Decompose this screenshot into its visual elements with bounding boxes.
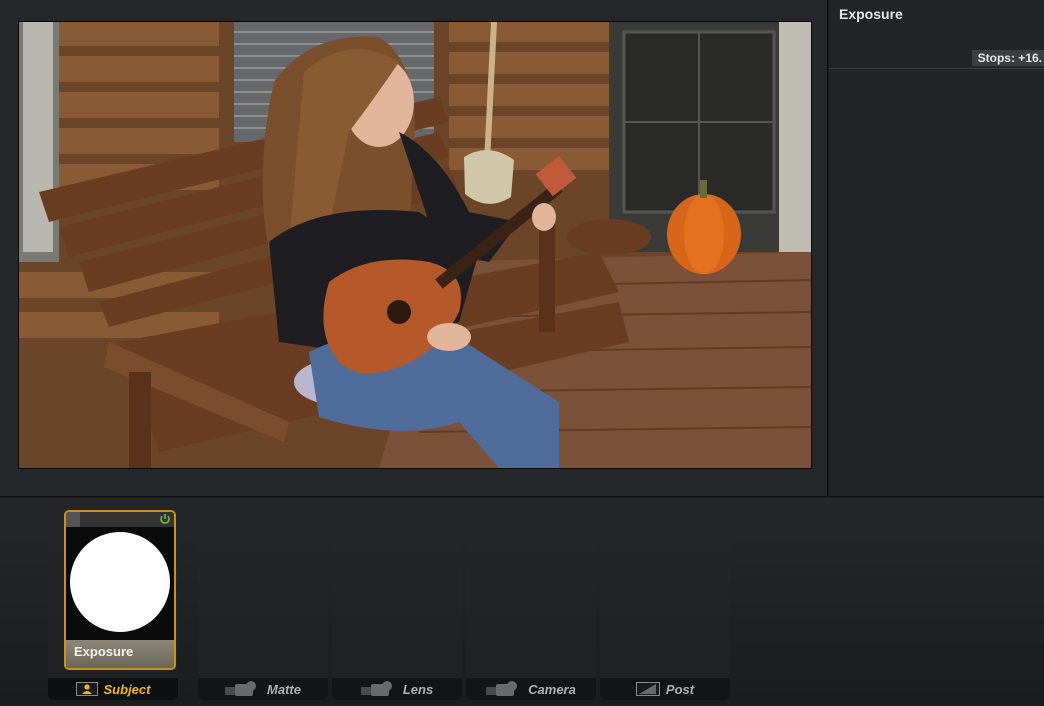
slot-label-post[interactable]: Post <box>600 678 730 700</box>
tool-stack: Exposure Subject Matte Lens Camera Post <box>0 498 1044 706</box>
slot-label-text: Camera <box>528 681 576 697</box>
slot-label-text: Matte <box>267 681 301 697</box>
slot-post[interactable]: Post <box>600 508 730 700</box>
video-frame-image <box>19 22 811 468</box>
slot-label-lens[interactable]: Lens <box>332 678 462 700</box>
slot-label-matte[interactable]: Matte <box>198 678 328 700</box>
slot-label-text: Subject <box>103 681 151 697</box>
stops-field[interactable]: Stops: +16. <box>971 50 1044 66</box>
subject-icon <box>75 682 98 696</box>
slot-label-text: Lens <box>402 681 434 697</box>
tile-caption: Exposure <box>66 640 174 668</box>
inspector-panel: Exposure Stops: +16. <box>829 0 1044 497</box>
inspector-divider <box>829 68 1044 69</box>
exposure-circle-icon <box>70 532 170 632</box>
exposure-tool-tile[interactable]: Exposure <box>64 510 176 670</box>
slot-label-subject[interactable]: Subject <box>48 678 178 700</box>
viewer-panel <box>0 0 828 497</box>
slot-label-camera[interactable]: Camera <box>466 678 596 700</box>
slot-label-text: Post <box>665 681 695 697</box>
camera-icon <box>360 681 392 696</box>
camera-icon <box>225 681 257 696</box>
slot-subject[interactable]: Exposure Subject <box>48 508 178 700</box>
slot-matte[interactable]: Matte <box>198 508 328 700</box>
power-icon[interactable] <box>159 513 171 525</box>
tile-header <box>66 512 174 527</box>
slot-lens[interactable]: Lens <box>332 508 462 700</box>
app-window: Exposure Stops: +16. Exposure Subject Ma… <box>0 0 1044 706</box>
slot-camera[interactable]: Camera <box>466 508 596 700</box>
video-preview[interactable] <box>18 21 812 469</box>
camera-icon <box>486 681 518 696</box>
inspector-title: Exposure <box>839 6 903 22</box>
post-icon <box>635 682 660 696</box>
